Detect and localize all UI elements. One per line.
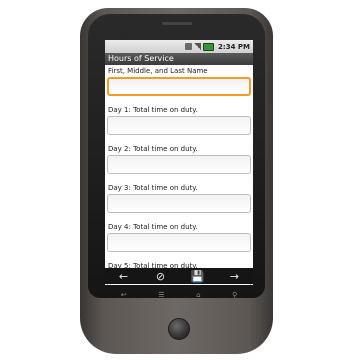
status-time: 2:34 PM <box>218 42 250 51</box>
day3-label: Day 3: Total time on duty. <box>108 184 198 192</box>
name-field[interactable] <box>107 77 251 96</box>
battery-icon <box>203 42 215 51</box>
usb-icon <box>185 43 193 50</box>
forward-arrow-icon[interactable]: → <box>223 269 247 283</box>
earpiece <box>162 22 192 25</box>
trackball[interactable] <box>168 318 190 340</box>
day4-field[interactable] <box>107 233 251 252</box>
name-label: First, Middle, and Last Name <box>108 67 208 75</box>
day1-field[interactable] <box>107 116 251 135</box>
back-arrow-icon[interactable]: ← <box>112 269 136 283</box>
hardware-keys: ↩ ☰ ⌂ ⚲ <box>105 290 253 300</box>
cancel-icon[interactable]: ⊘ <box>149 269 173 283</box>
hw-back-icon[interactable]: ↩ <box>121 291 127 299</box>
day4-label: Day 4: Total time on duty. <box>108 223 198 231</box>
hw-search-icon[interactable]: ⚲ <box>232 291 237 299</box>
screen: 2:34 PM Hours of Service First, Middle, … <box>105 40 253 285</box>
day3-field[interactable] <box>107 194 251 213</box>
save-icon[interactable]: 💾 <box>186 269 210 283</box>
day2-field[interactable] <box>107 155 251 174</box>
status-bar: 2:34 PM <box>105 40 253 53</box>
hw-menu-icon[interactable]: ☰ <box>158 291 164 299</box>
day2-label: Day 2: Total time on duty. <box>108 145 198 153</box>
app-title: Hours of Service <box>105 53 253 65</box>
signal-icon <box>194 43 202 50</box>
hw-home-icon[interactable]: ⌂ <box>196 291 200 299</box>
day1-label: Day 1: Total time on duty. <box>108 106 198 114</box>
bottom-navbar: ← ⊘ 💾 → <box>105 268 253 284</box>
